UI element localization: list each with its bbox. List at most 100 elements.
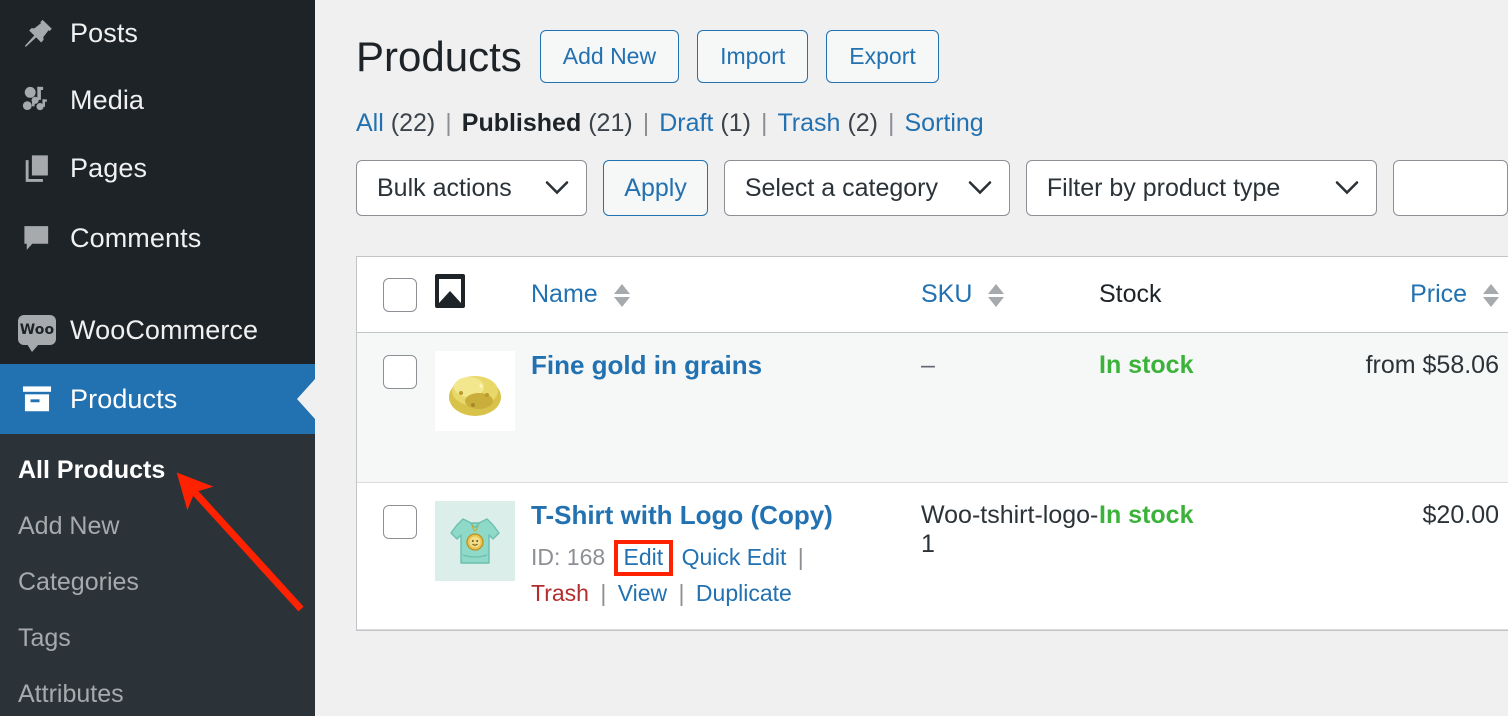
row-thumbnail-cell — [435, 333, 531, 483]
sort-arrows-icon[interactable] — [988, 284, 1004, 307]
row-stock-cell: In stock — [1099, 333, 1349, 483]
filter-bar: Bulk actions Apply Select a category Fil… — [315, 138, 1508, 216]
chevron-down-icon — [545, 174, 569, 203]
row-price-cell: from $58.06 — [1349, 333, 1508, 483]
page-header: Products Add New Import Export — [315, 0, 1508, 83]
submenu-item-label: Tags — [18, 624, 71, 653]
sidebar-item-label: Comments — [70, 223, 201, 254]
select-all-checkbox[interactable] — [383, 278, 417, 312]
fourth-filter-select[interactable] — [1393, 160, 1508, 216]
status-links: All (22) | Published (21) | Draft (1) | … — [315, 83, 1508, 138]
submenu-item-label: Attributes — [18, 680, 124, 709]
column-header-stock: Stock — [1099, 257, 1349, 333]
product-name-link[interactable]: Fine gold in grains — [531, 351, 921, 381]
submenu-item-label: Categories — [18, 568, 139, 597]
column-header-price-label[interactable]: Price — [1410, 280, 1467, 308]
submenu-item-attributes[interactable]: Attributes — [0, 666, 315, 716]
table-header-row: Name SKU Stock Price — [357, 257, 1508, 333]
row-action-separator: | — [679, 580, 685, 606]
category-filter-label: Select a category — [745, 174, 938, 203]
bulk-actions-select[interactable]: Bulk actions — [356, 160, 587, 216]
pin-icon — [14, 10, 60, 56]
apply-label: Apply — [624, 174, 687, 203]
row-checkbox-cell — [357, 483, 435, 630]
row-stock-cell: In stock — [1099, 483, 1349, 630]
page-title: Products — [356, 36, 522, 78]
export-button[interactable]: Export — [826, 30, 938, 83]
gold-grains-thumbnail — [435, 351, 515, 431]
column-header-name-label[interactable]: Name — [531, 280, 598, 308]
admin-sidebar: Posts Media — [0, 0, 315, 716]
row-actions: ID: 168 Edit Quick Edit | Trash | View |… — [531, 540, 921, 611]
import-button[interactable]: Import — [697, 30, 808, 83]
edit-link[interactable]: Edit — [624, 544, 664, 570]
row-thumbnail-cell — [435, 483, 531, 630]
image-icon — [435, 274, 465, 308]
tshirt-thumbnail — [435, 501, 515, 581]
product-type-filter-select[interactable]: Filter by product type — [1026, 160, 1377, 216]
bulk-actions-label: Bulk actions — [377, 174, 512, 203]
sidebar-item-media[interactable]: Media — [0, 66, 315, 134]
status-link-trash[interactable]: Trash — [777, 109, 840, 138]
apply-button[interactable]: Apply — [603, 160, 708, 216]
product-id-text: ID: 168 — [531, 544, 605, 570]
row-checkbox[interactable] — [383, 355, 417, 389]
column-header-stock-label: Stock — [1099, 280, 1162, 308]
status-link-draft[interactable]: Draft — [659, 109, 713, 138]
row-sku-cell: Woo-tshirt-logo-1 — [921, 483, 1099, 630]
woocommerce-icon: Woo — [14, 307, 60, 353]
submenu-item-categories[interactable]: Categories — [0, 554, 315, 610]
main-content: Products Add New Import Export All (22) … — [315, 0, 1508, 716]
active-menu-pointer — [297, 379, 315, 419]
row-name-cell: Fine gold in grains — [531, 333, 921, 483]
products-submenu: All Products Add New Categories Tags Att… — [0, 434, 315, 716]
status-count-published: (21) — [588, 109, 632, 138]
price-value: from $58.06 — [1366, 351, 1499, 379]
status-link-all[interactable]: All — [356, 109, 384, 138]
stock-status: In stock — [1099, 501, 1193, 529]
sidebar-item-woocommerce[interactable]: Woo WooCommerce — [0, 296, 315, 364]
row-name-cell: T-Shirt with Logo (Copy) ID: 168 Edit Qu… — [531, 483, 921, 630]
submenu-item-add-new[interactable]: Add New — [0, 498, 315, 554]
row-checkbox[interactable] — [383, 505, 417, 539]
column-header-name[interactable]: Name — [531, 257, 921, 333]
column-header-sku[interactable]: SKU — [921, 257, 1099, 333]
pages-icon — [14, 145, 60, 191]
products-table: Name SKU Stock Price — [356, 256, 1508, 631]
product-type-filter-label: Filter by product type — [1047, 174, 1280, 203]
category-filter-select[interactable]: Select a category — [724, 160, 1010, 216]
status-separator: | — [643, 109, 650, 138]
product-name-link[interactable]: T-Shirt with Logo (Copy) — [531, 501, 921, 531]
sidebar-item-posts[interactable]: Posts — [0, 0, 315, 66]
submenu-item-label: Add New — [18, 512, 119, 541]
sidebar-separator — [0, 274, 315, 296]
row-action-separator: | — [600, 580, 606, 606]
add-new-button[interactable]: Add New — [540, 30, 679, 83]
view-link[interactable]: View — [618, 580, 667, 606]
sidebar-item-label: WooCommerce — [70, 315, 258, 346]
submenu-item-all-products[interactable]: All Products — [0, 442, 315, 498]
column-header-sku-label[interactable]: SKU — [921, 280, 972, 308]
trash-link[interactable]: Trash — [531, 580, 589, 606]
sort-arrows-icon[interactable] — [614, 284, 630, 307]
duplicate-link[interactable]: Duplicate — [696, 580, 792, 606]
sidebar-item-products[interactable]: Products — [0, 364, 315, 434]
quick-edit-link[interactable]: Quick Edit — [682, 544, 787, 570]
status-link-published[interactable]: Published — [462, 109, 581, 138]
sidebar-item-label: Posts — [70, 18, 138, 49]
sidebar-item-pages[interactable]: Pages — [0, 134, 315, 202]
sidebar-item-label: Products — [70, 384, 177, 415]
status-separator: | — [888, 109, 895, 138]
sort-arrows-icon[interactable] — [1483, 284, 1499, 307]
submenu-item-tags[interactable]: Tags — [0, 610, 315, 666]
status-link-sorting[interactable]: Sorting — [905, 109, 984, 138]
sidebar-item-comments[interactable]: Comments — [0, 202, 315, 274]
row-checkbox-cell — [357, 333, 435, 483]
edit-action-highlight: Edit — [614, 540, 674, 575]
media-icon — [14, 77, 60, 123]
status-count-draft: (1) — [720, 109, 751, 138]
row-action-separator: | — [798, 544, 804, 570]
comment-icon — [14, 215, 60, 261]
sidebar-item-label: Pages — [70, 153, 147, 184]
column-header-price[interactable]: Price — [1349, 257, 1508, 333]
